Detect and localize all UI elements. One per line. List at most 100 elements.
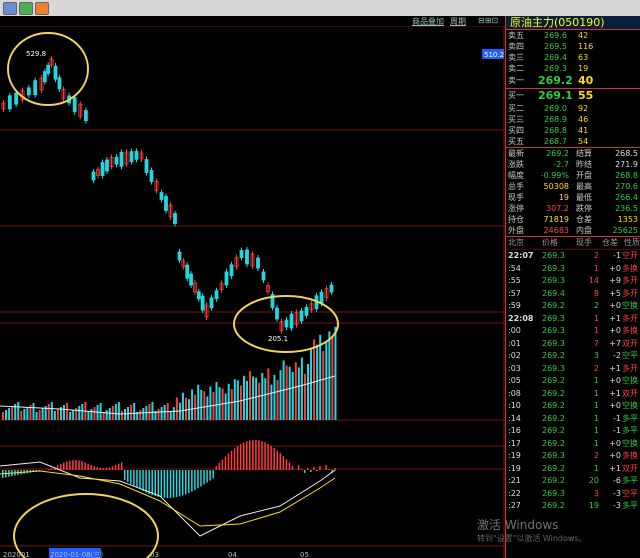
tick-volume: 1 — [593, 401, 599, 410]
tick-row[interactable]: :59 269.2 2 +0 空换 — [506, 300, 640, 313]
tick-nature: 空换 — [622, 438, 638, 448]
toolbar-button-3[interactable] — [35, 2, 49, 15]
candle-body — [159, 192, 164, 200]
tick-list[interactable]: 22:07 269.3 2 -1 空开:54 269.3 1 +0 多换:55 269.3 14 +9… — [506, 250, 640, 513]
macd-bar — [108, 467, 111, 470]
volume-bar — [81, 404, 84, 420]
tick-row[interactable]: :08 269.2 1 +1 双开 — [506, 388, 640, 401]
toolbar-button-2[interactable] — [19, 2, 33, 15]
macd-bar — [203, 470, 205, 485]
tick-oi-change: -1 — [613, 426, 621, 435]
volume-bar — [307, 364, 309, 420]
tick-row[interactable]: :54 269.3 1 +0 多换 — [506, 263, 640, 276]
tick-row[interactable]: :00 269.3 1 +0 多换 — [506, 325, 640, 338]
tick-oi-change: +0 — [609, 438, 621, 448]
tick-time: :08 — [508, 388, 521, 398]
macd-bar — [157, 470, 160, 497]
volume-bar — [5, 410, 8, 420]
stat-value-2: 236.5 — [615, 204, 638, 213]
tick-row[interactable]: :17 269.2 1 +0 空换 — [506, 438, 640, 451]
tick-row[interactable]: :27 269.2 19 -3 多平 — [506, 500, 640, 513]
tick-nature: 空换 — [622, 301, 638, 310]
stat-label: 涨跌 — [508, 160, 524, 169]
tick-row[interactable]: :55 269.3 14 +9 多开 — [506, 275, 640, 288]
volume-bar — [8, 408, 11, 420]
tick-volume: 1 — [593, 388, 599, 398]
tick-row[interactable]: 22:08 269.3 1 +1 多开 — [506, 313, 640, 326]
stat-label-2: 昨结 — [576, 160, 592, 169]
candle-body — [26, 87, 31, 96]
stat-value: 307.2 — [546, 204, 569, 213]
macd-bar — [81, 461, 83, 470]
tick-row[interactable]: :16 269.2 1 -1 多平 — [506, 425, 640, 438]
tick-nature: 空平 — [622, 351, 638, 360]
tick-row[interactable]: :57 269.4 8 +5 多开 — [506, 288, 640, 301]
candle-body — [239, 250, 244, 258]
tick-row[interactable]: :10 269.2 1 +0 空换 — [506, 400, 640, 413]
volume-bar — [310, 349, 313, 420]
candle-body — [304, 307, 309, 316]
tick-row[interactable]: :05 269.2 1 +0 空换 — [506, 375, 640, 388]
volume-bar — [273, 374, 276, 420]
stat-label: 涨停 — [508, 204, 524, 213]
candle-body — [53, 65, 58, 80]
tick-price: 269.3 — [542, 251, 565, 260]
tick-nature: 双开 — [622, 463, 638, 473]
stat-value-2: 268.8 — [615, 171, 638, 180]
volume-bar — [35, 412, 38, 420]
volume-bar — [233, 379, 236, 420]
macd-bar — [185, 470, 187, 495]
ask-row: 卖三 269.4 63 — [506, 52, 640, 63]
macd-bar — [133, 470, 135, 486]
tick-price: 269.2 — [542, 438, 565, 448]
macd-bar — [151, 470, 153, 496]
tick-nature: 多平 — [622, 501, 638, 510]
tick-price: 269.2 — [542, 476, 565, 485]
candle-body — [114, 156, 119, 165]
tick-volume: 7 — [593, 338, 599, 348]
macd-bar — [218, 462, 221, 470]
bid-price: 268.8 — [544, 126, 567, 135]
volume-bar — [185, 398, 187, 420]
volume-bar — [32, 403, 35, 420]
volume-bar — [258, 382, 261, 420]
volume-bar — [206, 396, 209, 420]
tick-price: 269.3 — [542, 338, 565, 348]
tick-row[interactable]: :03 269.3 2 +1 多开 — [506, 363, 640, 376]
tick-row[interactable]: :02 269.2 3 -2 空平 — [506, 350, 640, 363]
macd-bar — [102, 467, 105, 470]
stat-value: 50308 — [543, 182, 569, 191]
tick-row[interactable]: 22:07 269.3 2 -1 空开 — [506, 250, 640, 263]
tick-row[interactable]: :14 269.2 1 -1 多平 — [506, 413, 640, 426]
tick-volume: 1 — [593, 438, 599, 448]
candle-body — [229, 264, 234, 277]
macd-bar — [242, 442, 245, 470]
macd-bar — [291, 466, 294, 470]
volume-bar — [23, 409, 26, 420]
candle-body — [84, 110, 88, 121]
tick-time: :02 — [508, 351, 521, 360]
tick-row[interactable]: :19 269.2 1 +1 双开 — [506, 463, 640, 476]
candle-body — [284, 319, 289, 328]
tick-oi-change: +0 — [609, 326, 621, 335]
kline-chart-panel[interactable]: 商品叠加 周期 ⊟⊞⊡ 510.2 529.8 205.1 202001 2020-0… — [0, 16, 505, 558]
tick-volume: 1 — [593, 426, 599, 435]
toolbar-button-1[interactable] — [3, 2, 17, 15]
volume-bar — [300, 357, 303, 420]
stat-label-2: 跌停 — [576, 204, 592, 213]
tick-row[interactable]: :19 269.3 2 +0 多换 — [506, 450, 640, 463]
toolbar-mini-icons[interactable]: ⊟⊞⊡ — [478, 16, 498, 25]
candle-body — [200, 295, 205, 311]
tick-oi-change: -2 — [613, 351, 621, 360]
candle-body — [256, 257, 260, 269]
quote-sidebar: 原油主力(050190) 卖五 269.6 42 卖四 269.5 116 卖三 269.4 6… — [505, 16, 640, 558]
tick-row[interactable]: :01 269.3 7 +7 双开 — [506, 338, 640, 351]
ask-row: 卖五 269.6 42 — [506, 30, 640, 41]
candle-body — [72, 97, 77, 113]
stat-row: 涨停 307.2 跌停 236.5 — [506, 203, 640, 214]
tick-volume: 14 — [588, 276, 599, 285]
bid-row: 买一 269.1 55 — [506, 89, 640, 103]
tick-row[interactable]: :21 269.2 20 -6 多平 — [506, 475, 640, 488]
tick-row[interactable]: :22 269.3 3 -3 空平 — [506, 488, 640, 501]
tick-nature: 多开 — [622, 363, 638, 373]
